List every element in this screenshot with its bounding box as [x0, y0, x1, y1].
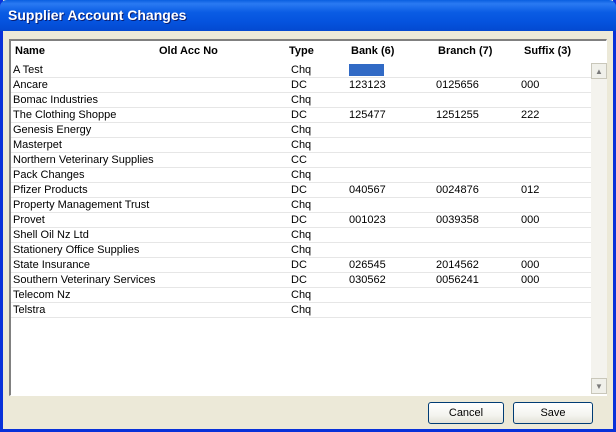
table-row[interactable]: Provet DC 001023 0039358 000	[11, 213, 591, 228]
table-row[interactable]: Northern Veterinary Supplies CC	[11, 153, 591, 168]
row-name-cell[interactable]: Provet	[13, 214, 45, 227]
row-name-cell[interactable]: Pfizer Products	[13, 184, 88, 197]
supplier-accounts-grid[interactable]: Name Old Acc No Type Bank (6) Branch (7)…	[9, 39, 607, 396]
row-type-cell[interactable]: CC	[291, 154, 307, 167]
row-bank-cell[interactable]: 040567	[349, 184, 386, 197]
table-row[interactable]: Telecom Nz Chq	[11, 288, 591, 303]
header-branch[interactable]: Branch (7)	[438, 45, 492, 57]
row-name-cell[interactable]: Property Management Trust	[13, 199, 149, 212]
table-row[interactable]: Stationery Office Supplies Chq	[11, 243, 591, 258]
scroll-up-arrow-icon[interactable]: ▲	[591, 63, 607, 79]
row-branch-cell[interactable]: 2014562	[436, 259, 479, 272]
row-name-cell[interactable]: Telstra	[13, 304, 45, 317]
table-row[interactable]: Pack Changes Chq	[11, 168, 591, 183]
row-type-cell[interactable]: Chq	[291, 229, 311, 242]
header-old-acc-no[interactable]: Old Acc No	[159, 45, 218, 57]
table-row[interactable]: Genesis Energy Chq	[11, 123, 591, 138]
row-bank-cell[interactable]: 001023	[349, 214, 386, 227]
row-name-cell[interactable]: Shell Oil Nz Ltd	[13, 229, 89, 242]
row-type-cell[interactable]: Chq	[291, 169, 311, 182]
row-name-cell[interactable]: Northern Veterinary Supplies	[13, 154, 154, 167]
row-type-cell[interactable]: DC	[291, 184, 307, 197]
row-name-cell[interactable]: Genesis Energy	[13, 124, 91, 137]
row-type-cell[interactable]: Chq	[291, 64, 311, 77]
row-branch-cell[interactable]: 0024876	[436, 184, 479, 197]
table-row[interactable]: The Clothing Shoppe DC 125477 1251255 222	[11, 108, 591, 123]
row-branch-cell[interactable]: 0056241	[436, 274, 479, 287]
row-type-cell[interactable]: Chq	[291, 94, 311, 107]
row-branch-cell[interactable]: 1251255	[436, 109, 479, 122]
row-type-cell[interactable]: DC	[291, 109, 307, 122]
table-row[interactable]: A Test Chq	[11, 63, 591, 78]
header-name[interactable]: Name	[15, 45, 45, 57]
grid-rows: A Test Chq Ancare DC 123123 0125656 000 Bomac I…	[11, 63, 591, 318]
cancel-button[interactable]: Cancel	[428, 402, 504, 424]
supplier-account-changes-window: Supplier Account Changes Name Old Acc No…	[0, 0, 616, 432]
table-row[interactable]: Property Management Trust Chq	[11, 198, 591, 213]
row-name-cell[interactable]: Telecom Nz	[13, 289, 70, 302]
row-type-cell[interactable]: DC	[291, 214, 307, 227]
row-name-cell[interactable]: Stationery Office Supplies	[13, 244, 139, 257]
save-button[interactable]: Save	[513, 402, 593, 424]
header-bank[interactable]: Bank (6)	[351, 45, 394, 57]
row-suffix-cell[interactable]: 012	[521, 184, 539, 197]
table-row[interactable]: Telstra Chq	[11, 303, 591, 318]
row-type-cell[interactable]: DC	[291, 274, 307, 287]
row-name-cell[interactable]: State Insurance	[13, 259, 90, 272]
row-type-cell[interactable]: Chq	[291, 244, 311, 257]
row-suffix-cell[interactable]: 000	[521, 79, 539, 92]
row-name-cell[interactable]: The Clothing Shoppe	[13, 109, 116, 122]
row-bank-cell[interactable]: 030562	[349, 274, 386, 287]
row-type-cell[interactable]: Chq	[291, 124, 311, 137]
table-row[interactable]: Ancare DC 123123 0125656 000	[11, 78, 591, 93]
row-bank-cell[interactable]: 123123	[349, 79, 386, 92]
vertical-scrollbar[interactable]: ▲ ▼	[591, 63, 607, 394]
row-name-cell[interactable]: Southern Veterinary Services	[13, 274, 155, 287]
title-bar[interactable]: Supplier Account Changes	[0, 0, 616, 31]
row-suffix-cell[interactable]: 000	[521, 214, 539, 227]
table-row[interactable]: State Insurance DC 026545 2014562 000	[11, 258, 591, 273]
header-type[interactable]: Type	[289, 45, 314, 57]
row-suffix-cell[interactable]: 000	[521, 259, 539, 272]
row-name-cell[interactable]: Pack Changes	[13, 169, 85, 182]
row-suffix-cell[interactable]: 222	[521, 109, 539, 122]
table-row[interactable]: Pfizer Products DC 040567 0024876 012	[11, 183, 591, 198]
table-row[interactable]: Masterpet Chq	[11, 138, 591, 153]
selected-bank-cell[interactable]	[349, 64, 384, 76]
window-title: Supplier Account Changes	[8, 7, 187, 23]
row-type-cell[interactable]: DC	[291, 259, 307, 272]
row-type-cell[interactable]: Chq	[291, 289, 311, 302]
row-type-cell[interactable]: DC	[291, 79, 307, 92]
row-name-cell[interactable]: Ancare	[13, 79, 48, 92]
row-name-cell[interactable]: A Test	[13, 64, 43, 77]
row-bank-cell[interactable]: 125477	[349, 109, 386, 122]
header-suffix[interactable]: Suffix (3)	[524, 45, 571, 57]
row-type-cell[interactable]: Chq	[291, 199, 311, 212]
row-suffix-cell[interactable]: 000	[521, 274, 539, 287]
row-type-cell[interactable]: Chq	[291, 304, 311, 317]
row-bank-cell[interactable]: 026545	[349, 259, 386, 272]
row-branch-cell[interactable]: 0125656	[436, 79, 479, 92]
table-row[interactable]: Shell Oil Nz Ltd Chq	[11, 228, 591, 243]
row-branch-cell[interactable]: 0039358	[436, 214, 479, 227]
row-type-cell[interactable]: Chq	[291, 139, 311, 152]
table-row[interactable]: Bomac Industries Chq	[11, 93, 591, 108]
scroll-down-arrow-icon[interactable]: ▼	[591, 378, 607, 394]
row-name-cell[interactable]: Bomac Industries	[13, 94, 98, 107]
table-row[interactable]: Southern Veterinary Services DC 030562 0056…	[11, 273, 591, 288]
row-name-cell[interactable]: Masterpet	[13, 139, 62, 152]
